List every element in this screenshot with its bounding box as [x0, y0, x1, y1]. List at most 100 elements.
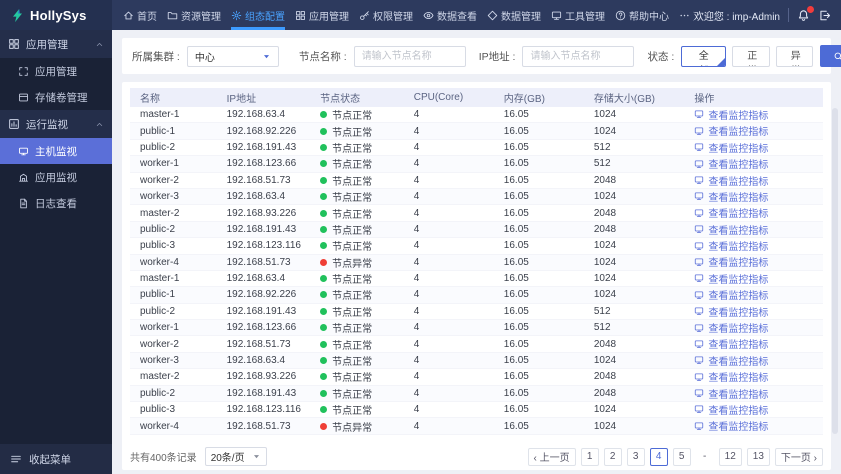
nav-item[interactable]: 工具管理: [546, 0, 610, 30]
action-cell: 查看监控指标: [684, 222, 823, 238]
view-metrics-link[interactable]: 查看监控指标: [694, 336, 768, 351]
node-status: 节点正常: [310, 304, 404, 319]
view-metrics-link[interactable]: 查看监控指标: [694, 205, 768, 220]
view-metrics-link[interactable]: 查看监控指标: [694, 418, 768, 433]
nav-item[interactable]: 组态配置: [226, 0, 290, 30]
page-button[interactable]: 2: [603, 447, 622, 466]
nav-item[interactable]: 权限管理: [354, 0, 418, 30]
cell: master-1: [140, 273, 180, 285]
view-metrics-link[interactable]: 查看监控指标: [694, 222, 768, 237]
view-metrics-link[interactable]: 查看监控指标: [694, 189, 768, 204]
view-metrics-link[interactable]: 查看监控指标: [694, 287, 768, 302]
cell: 4: [413, 273, 420, 285]
page-button[interactable]: 12: [718, 447, 742, 466]
status-label: 节点正常: [332, 160, 373, 172]
cell: 2048: [593, 371, 617, 383]
nav-item[interactable]: 帮助中心: [610, 0, 674, 30]
page-button[interactable]: 13: [746, 447, 770, 466]
view-metrics-link[interactable]: 查看监控指标: [694, 238, 768, 253]
nav-item-label: 数据查看: [437, 11, 477, 23]
prev-page-button[interactable]: ‹ 上一页: [527, 447, 576, 466]
cell: 4: [413, 109, 420, 121]
view-metrics-label: 查看监控指标: [708, 225, 769, 237]
vertical-scrollbar[interactable]: [832, 108, 838, 434]
node-name-input[interactable]: [353, 45, 466, 67]
cell: 16.05: [503, 191, 529, 203]
status-label: 节点正常: [332, 193, 373, 205]
sidebar-item[interactable]: 应用管理: [0, 58, 112, 84]
collapse-menu-label: 收起菜单: [29, 453, 71, 466]
view-metrics-link[interactable]: 查看监控指标: [694, 271, 768, 286]
view-metrics-link[interactable]: 查看监控指标: [694, 353, 768, 368]
page-button[interactable]: 5: [672, 447, 691, 466]
column-header: CPU(Core): [413, 92, 464, 103]
status-dot: [320, 422, 328, 430]
status-label: 节点正常: [332, 357, 373, 369]
collapse-menu-button[interactable]: 收起菜单: [0, 444, 112, 474]
nav-item[interactable]: 资源管理: [162, 0, 226, 30]
cell: 1024: [593, 191, 617, 203]
next-page-button[interactable]: 下一页 ›: [774, 447, 823, 466]
nav-item[interactable]: 数据管理: [482, 0, 546, 30]
cluster-select[interactable]: 中心: [186, 45, 279, 67]
view-metrics-label: 查看监控指标: [708, 176, 769, 188]
column-header: 内存(GB): [503, 94, 545, 105]
cluster-label: 所属集群 :: [132, 50, 180, 63]
sidebar-group-header[interactable]: 应用管理: [0, 30, 112, 58]
sidebar-item[interactable]: 主机监视: [0, 138, 112, 164]
search-button[interactable]: 查询: [820, 45, 841, 67]
storage-icon: [18, 92, 29, 103]
view-metrics-link[interactable]: 查看监控指标: [694, 254, 768, 269]
cell: public-2: [140, 141, 176, 153]
sidebar-group-label: 运行监视: [26, 118, 68, 131]
view-metrics-link[interactable]: 查看监控指标: [694, 140, 768, 155]
logout-icon: [818, 9, 831, 22]
view-metrics-label: 查看监控指标: [708, 160, 769, 172]
view-metrics-link[interactable]: 查看监控指标: [694, 386, 768, 401]
view-metrics-link[interactable]: 查看监控指标: [694, 402, 768, 417]
sidebar-group-header[interactable]: 运行监视: [0, 110, 112, 138]
action-cell: 查看监控指标: [684, 418, 823, 434]
view-metrics-link[interactable]: 查看监控指标: [694, 173, 768, 188]
status-label: 节点正常: [332, 275, 373, 287]
view-metrics-link[interactable]: 查看监控指标: [694, 320, 768, 335]
view-metrics-label: 查看监控指标: [708, 242, 769, 254]
page-button[interactable]: 1: [580, 447, 599, 466]
node-status: 节点正常: [310, 353, 404, 368]
status-filter-button[interactable]: 全部状态: [681, 45, 727, 67]
page-button[interactable]: 3: [626, 447, 645, 466]
action-cell: 查看监控指标: [684, 238, 823, 254]
cell: 192.168.51.73: [226, 338, 291, 350]
cell: 1024: [593, 273, 617, 285]
sidebar-item[interactable]: 应用监视: [0, 164, 112, 190]
view-metrics-link[interactable]: 查看监控指标: [694, 107, 768, 122]
sidebar-item[interactable]: 日志查看: [0, 190, 112, 216]
notifications-button[interactable]: [797, 5, 814, 22]
cell: 2048: [593, 174, 617, 186]
action-cell: 查看监控指标: [684, 173, 823, 189]
help-icon: [615, 10, 626, 21]
cell: 192.168.123.116: [226, 404, 301, 416]
nav-item[interactable]: 数据查看: [418, 0, 482, 30]
status-dot: [320, 340, 328, 348]
ip-input[interactable]: [522, 45, 635, 67]
nav-item[interactable]: 更多: [674, 0, 694, 30]
nav-item-label: 应用管理: [309, 11, 349, 23]
node-status: 节点正常: [310, 337, 404, 352]
page-size-select[interactable]: 20条/页: [204, 447, 267, 466]
table-row: worker-1 192.168.123.66 节点正常 4 16.05 512 查看监控指…: [130, 320, 823, 337]
nav-item[interactable]: 应用管理: [290, 0, 354, 30]
sidebar-item[interactable]: 存储卷管理: [0, 84, 112, 110]
page-button[interactable]: 4: [649, 447, 668, 466]
view-metrics-link[interactable]: 查看监控指标: [694, 304, 768, 319]
status-filter-button[interactable]: 异常: [775, 45, 814, 67]
cell: 4: [413, 125, 420, 137]
view-metrics-link[interactable]: 查看监控指标: [694, 369, 768, 384]
nav-item[interactable]: 首页: [118, 0, 162, 30]
table-row: worker-2 192.168.51.73 节点正常 4 16.05 2048 查看监控指…: [130, 336, 823, 353]
status-label: 节点正常: [332, 389, 373, 401]
view-metrics-link[interactable]: 查看监控指标: [694, 123, 768, 138]
status-filter-button[interactable]: 正常: [732, 45, 770, 67]
logout-button[interactable]: [818, 9, 831, 22]
view-metrics-link[interactable]: 查看监控指标: [694, 156, 768, 171]
